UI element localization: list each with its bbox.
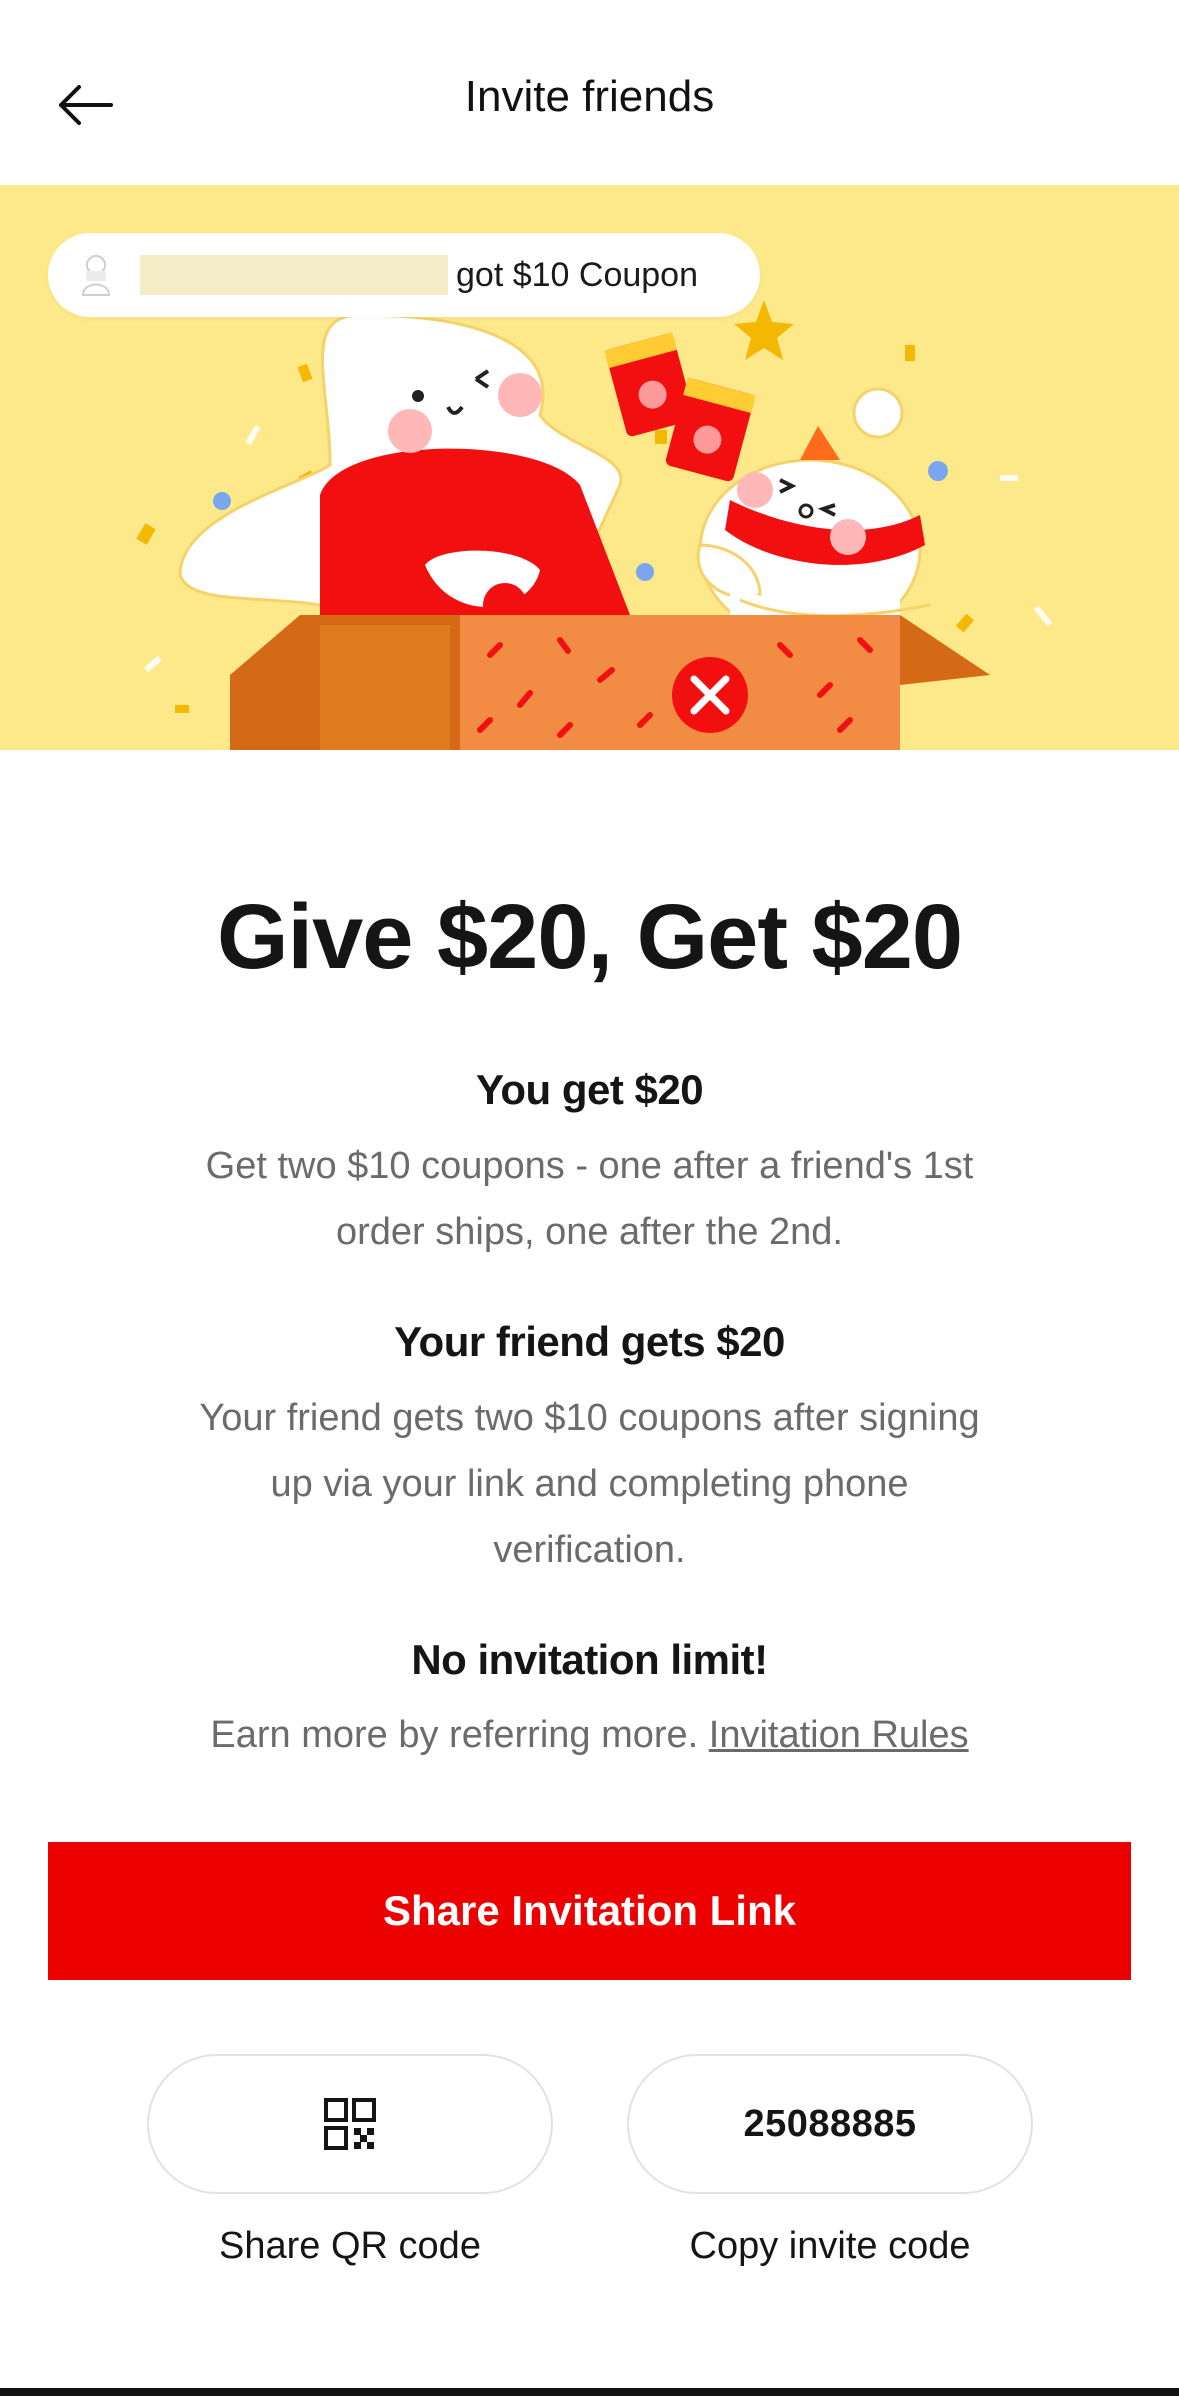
you-get-description: Get two $10 coupons - one after a friend…: [120, 1133, 1059, 1265]
invitation-rules-link[interactable]: Invitation Rules: [709, 1714, 969, 1756]
invite-code: 25088885: [743, 2102, 917, 2145]
share-qr-caption: Share QR code: [219, 2225, 481, 2267]
invite-friends-page: Invite friends got $10 Coupon Give $20, …: [0, 0, 1179, 2396]
qr-code-icon: [324, 2098, 376, 2150]
page-title: Invite friends: [464, 72, 715, 121]
headline: Give $20, Get $20: [216, 886, 963, 988]
copy-invite-code-button[interactable]: 25088885: [627, 2054, 1033, 2194]
friend-gets-line-3: verification.: [493, 1529, 686, 1571]
user-avatar-icon: [74, 250, 118, 300]
no-limit-text: Earn more by referring more.: [210, 1714, 699, 1756]
bottom-edge: [0, 2388, 1179, 2396]
you-get-line-1: Get two $10 coupons - one after a friend…: [205, 1145, 974, 1187]
you-get-title: You get $20: [475, 1066, 704, 1113]
you-get-line-2: order ships, one after the 2nd.: [336, 1211, 843, 1253]
copy-invite-caption: Copy invite code: [689, 2225, 971, 2267]
top-bar: Invite friends: [0, 0, 1179, 185]
friend-gets-line-1: Your friend gets two $10 coupons after s…: [199, 1397, 980, 1439]
ticker-text: got $10 Coupon: [456, 255, 698, 294]
share-invitation-link-button[interactable]: Share Invitation Link: [48, 1842, 1131, 1980]
no-limit-title: No invitation limit!: [411, 1636, 768, 1683]
friend-gets-line-2: up via your link and completing phone: [270, 1463, 909, 1505]
friend-gets-description: Your friend gets two $10 coupons after s…: [120, 1385, 1059, 1583]
reward-ticker: got $10 Coupon: [48, 233, 760, 317]
share-qr-code-button[interactable]: [147, 2054, 553, 2194]
no-limit-description: Earn more by referring more. Invitation …: [120, 1702, 1059, 1768]
masked-username: [140, 255, 448, 295]
friend-gets-title: Your friend gets $20: [394, 1318, 785, 1365]
promo-banner: got $10 Coupon: [0, 185, 1179, 750]
